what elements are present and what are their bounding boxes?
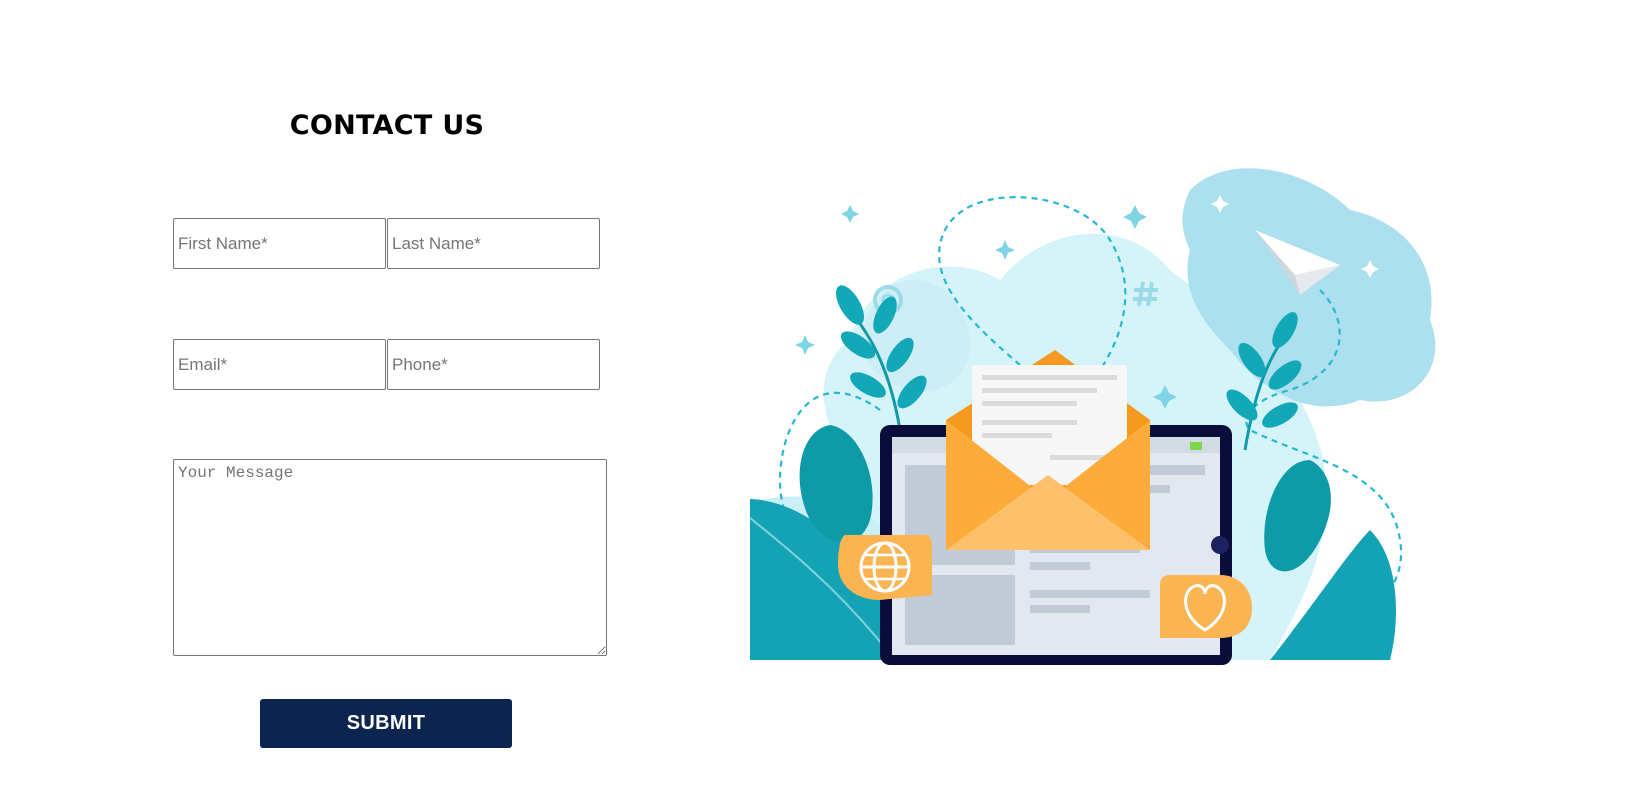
submit-button[interactable]: SUBMIT [260,699,512,748]
last-name-input[interactable] [387,218,600,269]
phone-input[interactable] [387,339,600,390]
message-textarea[interactable] [173,459,607,656]
first-name-input[interactable] [173,218,386,269]
heart-icon [1160,575,1252,638]
envelope-icon [946,350,1150,550]
contact-page: CONTACT US SUBMIT [0,0,1629,789]
email-input[interactable] [173,339,386,390]
globe-icon [838,535,932,600]
contact-illustration [750,168,1436,665]
contact-form: CONTACT US SUBMIT [0,0,700,789]
page-title: CONTACT US [289,110,485,141]
